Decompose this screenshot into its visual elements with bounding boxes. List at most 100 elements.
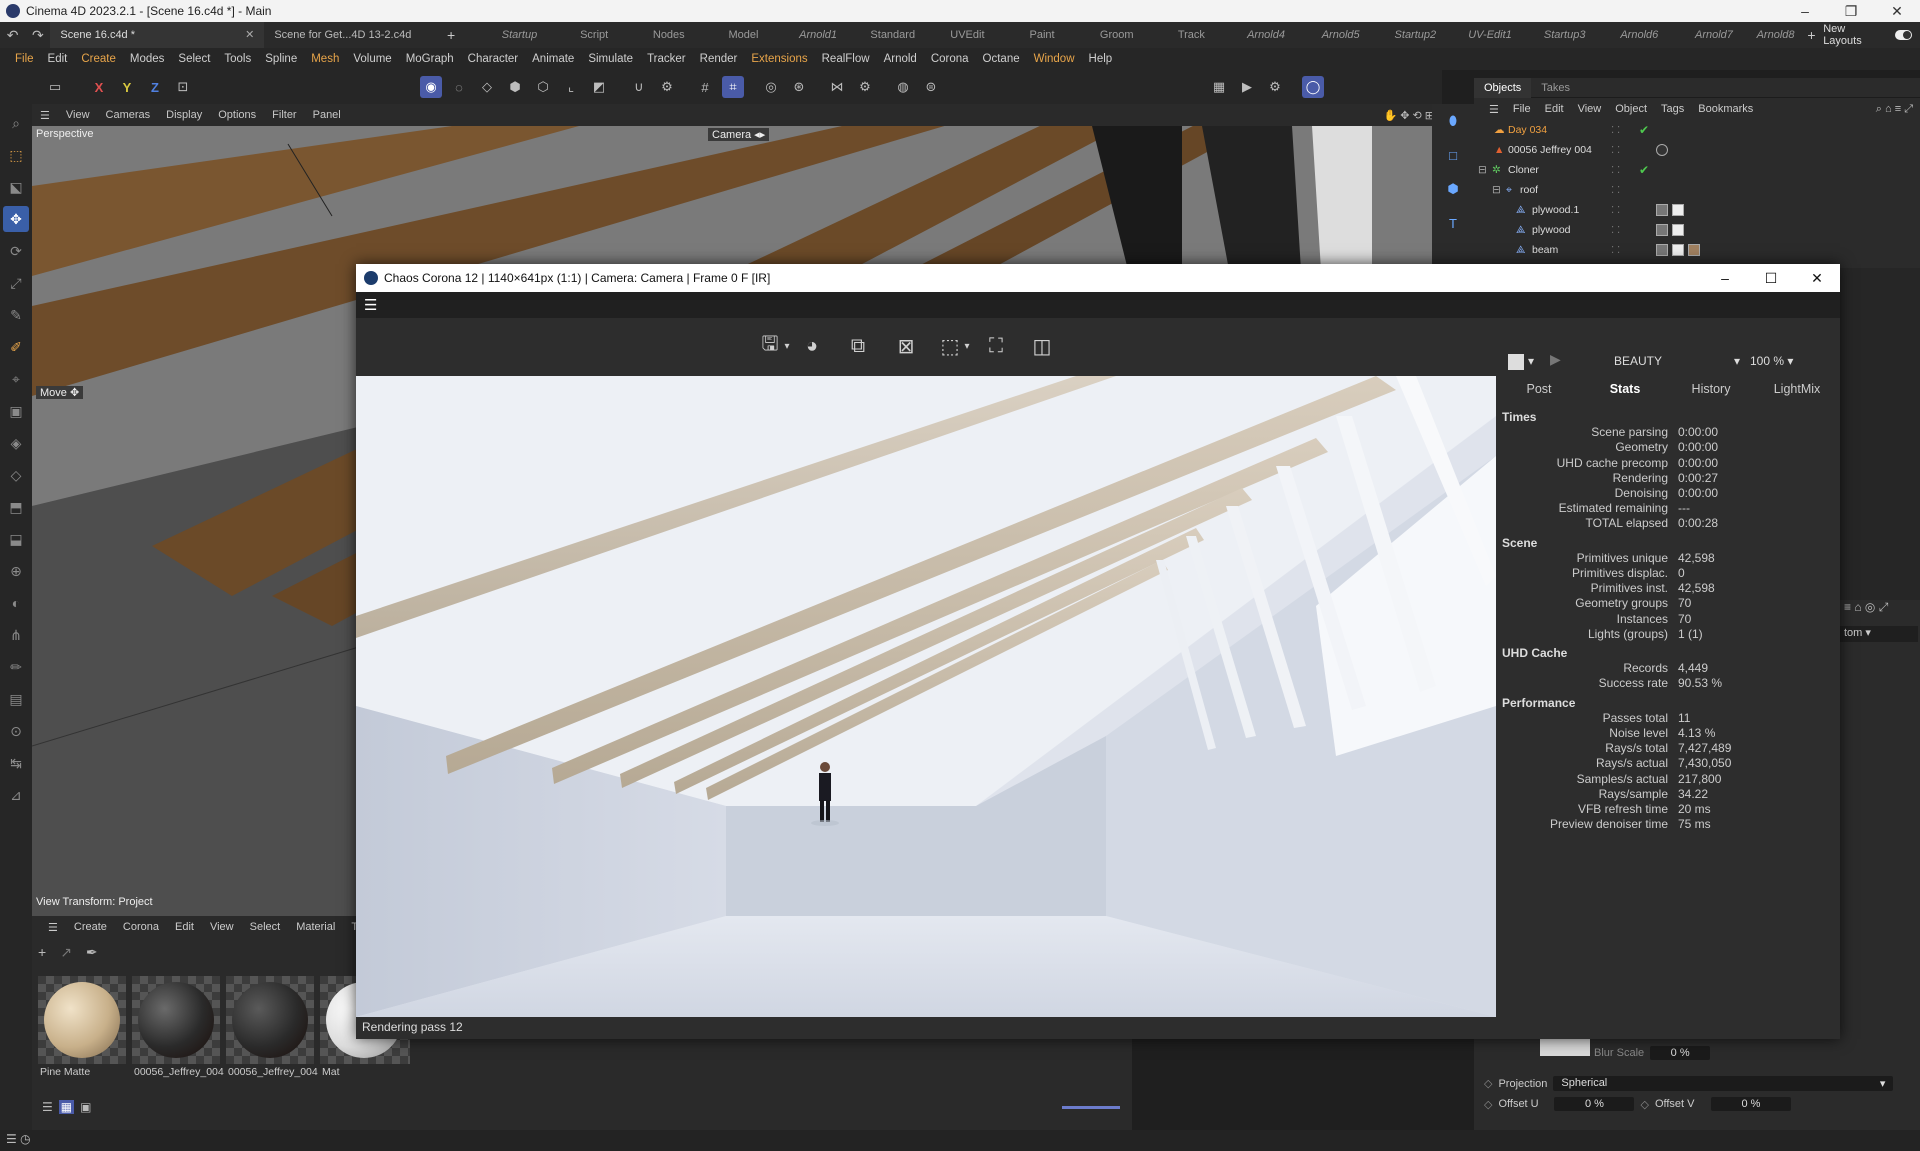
uv-mode-icon[interactable]: ⬓ <box>3 526 29 552</box>
tab-close-icon[interactable]: ✕ <box>245 22 254 48</box>
menu-file[interactable]: File <box>8 53 41 65</box>
layout-tab[interactable]: Nodes <box>631 29 706 41</box>
menu-corona[interactable]: Corona <box>924 53 976 65</box>
corona-maximize-icon[interactable]: ☐ <box>1748 270 1794 287</box>
om-menu-view[interactable]: View <box>1571 103 1609 115</box>
uv-mode-button[interactable]: ⬡ <box>532 76 554 98</box>
visibility-dots[interactable]: ⁚ ⁚ <box>1611 205 1620 216</box>
menu-character[interactable]: Character <box>461 53 526 65</box>
viewport-solo-icon[interactable]: ▭ <box>44 76 66 98</box>
axis-mode-icon[interactable]: ⊕ <box>3 558 29 584</box>
material-tag-icon[interactable] <box>1672 244 1684 256</box>
layout-tab[interactable]: Groom <box>1079 29 1154 41</box>
material-tag-icon[interactable] <box>1656 144 1668 156</box>
layout-tab[interactable]: Startup2 <box>1378 29 1453 41</box>
menu-octane[interactable]: Octane <box>976 53 1027 65</box>
viewport-menu-filter[interactable]: Filter <box>264 109 304 121</box>
corona-close-icon[interactable]: ✕ <box>1794 270 1840 287</box>
viewport-menu-view[interactable]: View <box>58 109 98 121</box>
material-swatch[interactable] <box>226 976 314 1064</box>
menu-select[interactable]: Select <box>171 53 217 65</box>
object-row[interactable]: ⊟ ⌖ roof ⁚ ⁚ <box>1474 180 1920 200</box>
layout-tab[interactable]: Track <box>1154 29 1229 41</box>
edges-mode-icon[interactable]: ◇ <box>3 462 29 488</box>
paint-tool-icon[interactable]: ⌖ <box>3 366 29 392</box>
sculpt-icon[interactable]: ◐ <box>3 590 29 616</box>
menu-tools[interactable]: Tools <box>217 53 258 65</box>
mat-menu-view[interactable]: View <box>202 921 242 933</box>
layout-tab[interactable]: Standard <box>855 29 930 41</box>
attr-toolbar-icons[interactable]: ≡ ⌂ ◎ ⤢ <box>1844 600 1888 615</box>
projection-dropdown[interactable]: Spherical ▾ <box>1553 1076 1894 1091</box>
menu-extensions[interactable]: Extensions <box>744 53 814 65</box>
add-layout-icon[interactable]: + <box>1800 27 1823 43</box>
mat-menu-corona[interactable]: Corona <box>115 921 167 933</box>
tab-history[interactable]: History <box>1668 382 1754 404</box>
points-mode-icon[interactable]: ◈ <box>3 430 29 456</box>
tab-takes[interactable]: Takes <box>1531 82 1580 94</box>
offset-v-field[interactable]: 0 % <box>1710 1097 1791 1111</box>
uvw-tag-icon[interactable] <box>1656 244 1668 256</box>
menu-edit[interactable]: Edit <box>41 53 75 65</box>
camera-view-icon[interactable]: ◍ <box>892 76 914 98</box>
layout-tab[interactable]: Startup <box>482 29 557 41</box>
zoom-dropdown[interactable]: 100 % ▾ <box>1750 354 1793 368</box>
polygons-mode-icon[interactable]: ⬒ <box>3 494 29 520</box>
layout-tab[interactable]: Paint <box>1005 29 1080 41</box>
text-icon[interactable]: T <box>1442 212 1464 234</box>
om-menu-object[interactable]: Object <box>1608 103 1654 115</box>
brush-icon[interactable]: ✏ <box>3 654 29 680</box>
spline-icon[interactable]: □ <box>1442 144 1464 166</box>
layout-tab[interactable]: Arnold6 <box>1602 29 1677 41</box>
symmetry-icon[interactable]: ⋈ <box>826 76 848 98</box>
enable-axis-icon[interactable]: ⌞ <box>560 76 582 98</box>
brush-tool-icon[interactable]: ✐ <box>3 334 29 360</box>
axis-y-lock-button[interactable]: Y <box>116 76 138 98</box>
null-object-icon[interactable]: ⬮ <box>1442 110 1464 132</box>
polygons-mode-button[interactable]: ⬢ <box>504 76 526 98</box>
document-tab-second[interactable]: Scene for Get...4D 13-2.c4d <box>264 22 439 48</box>
corona-minimize-icon[interactable]: – <box>1702 270 1748 287</box>
om-menu-bookmarks[interactable]: Bookmarks <box>1691 103 1760 115</box>
object-row[interactable]: ⟁ beam ⁚ ⁚ <box>1474 240 1920 260</box>
menu-toggle-icon[interactable]: ☰ <box>1482 103 1506 116</box>
material-swatch[interactable] <box>38 976 126 1064</box>
expand-icon[interactable]: ⊟ <box>1478 164 1487 176</box>
grid-icon[interactable]: # <box>694 76 716 98</box>
render-settings-icon[interactable]: ⚙ <box>1264 76 1286 98</box>
object-row[interactable]: ☁ Day 034 ⁚ ⁚ ✔ <box>1474 120 1920 140</box>
model-mode-icon[interactable]: ▣ <box>3 398 29 424</box>
om-menu-edit[interactable]: Edit <box>1538 103 1571 115</box>
om-search-icon[interactable]: ⌕ ⌂ ≡ ⤢ <box>1869 103 1920 116</box>
move-tool-icon[interactable]: ✥ <box>3 206 29 232</box>
layout-tab[interactable]: Arnold8 <box>1751 29 1799 41</box>
stop-render-icon[interactable] <box>1508 354 1524 370</box>
new-document-icon[interactable]: + <box>439 27 462 43</box>
soft-selection-icon[interactable]: ◎ <box>760 76 782 98</box>
interactive-render-icon[interactable]: ◯ <box>1302 76 1324 98</box>
menu-animate[interactable]: Animate <box>525 53 581 65</box>
tab-lightmix[interactable]: LightMix <box>1754 382 1840 404</box>
scale-tool-icon[interactable]: ⤢ <box>3 270 29 296</box>
viewport-menu-panel[interactable]: Panel <box>305 109 349 121</box>
active-camera-label[interactable]: Camera ◂▸ <box>708 128 770 141</box>
cube-icon[interactable]: ⬢ <box>1442 178 1464 200</box>
layout-tab[interactable]: Arnold5 <box>1303 29 1378 41</box>
menu-tracker[interactable]: Tracker <box>640 53 693 65</box>
keyframe-diamond-icon[interactable]: ◇ <box>1640 1098 1648 1111</box>
grid-view-icon[interactable]: ▦ <box>58 1100 75 1114</box>
play-render-icon[interactable]: ▶ <box>1550 351 1561 368</box>
measure-icon[interactable]: ⊿ <box>3 782 29 808</box>
box-selection-icon[interactable]: ⬕ <box>3 174 29 200</box>
eyedropper-icon[interactable]: ✒ <box>86 944 98 961</box>
axis-x-lock-button[interactable]: X <box>88 76 110 98</box>
layout-tab[interactable]: Arnold1 <box>781 29 856 41</box>
object-row[interactable]: ⊟ ✲ Cloner ⁚ ⁚ ✔ <box>1474 160 1920 180</box>
close-icon[interactable]: ✕ <box>1874 3 1920 20</box>
axis-z-lock-button[interactable]: Z <box>144 76 166 98</box>
material-swatch[interactable] <box>132 976 220 1064</box>
render-start-icon[interactable]: ◕ <box>798 332 826 360</box>
object-row[interactable]: ▲ 00056 Jeffrey 004 ⁚ ⁚ <box>1474 140 1920 160</box>
render-pass-dropdown[interactable]: BEAUTY <box>1614 354 1662 368</box>
object-row[interactable]: ⟁ plywood.1 ⁚ ⁚ <box>1474 200 1920 220</box>
